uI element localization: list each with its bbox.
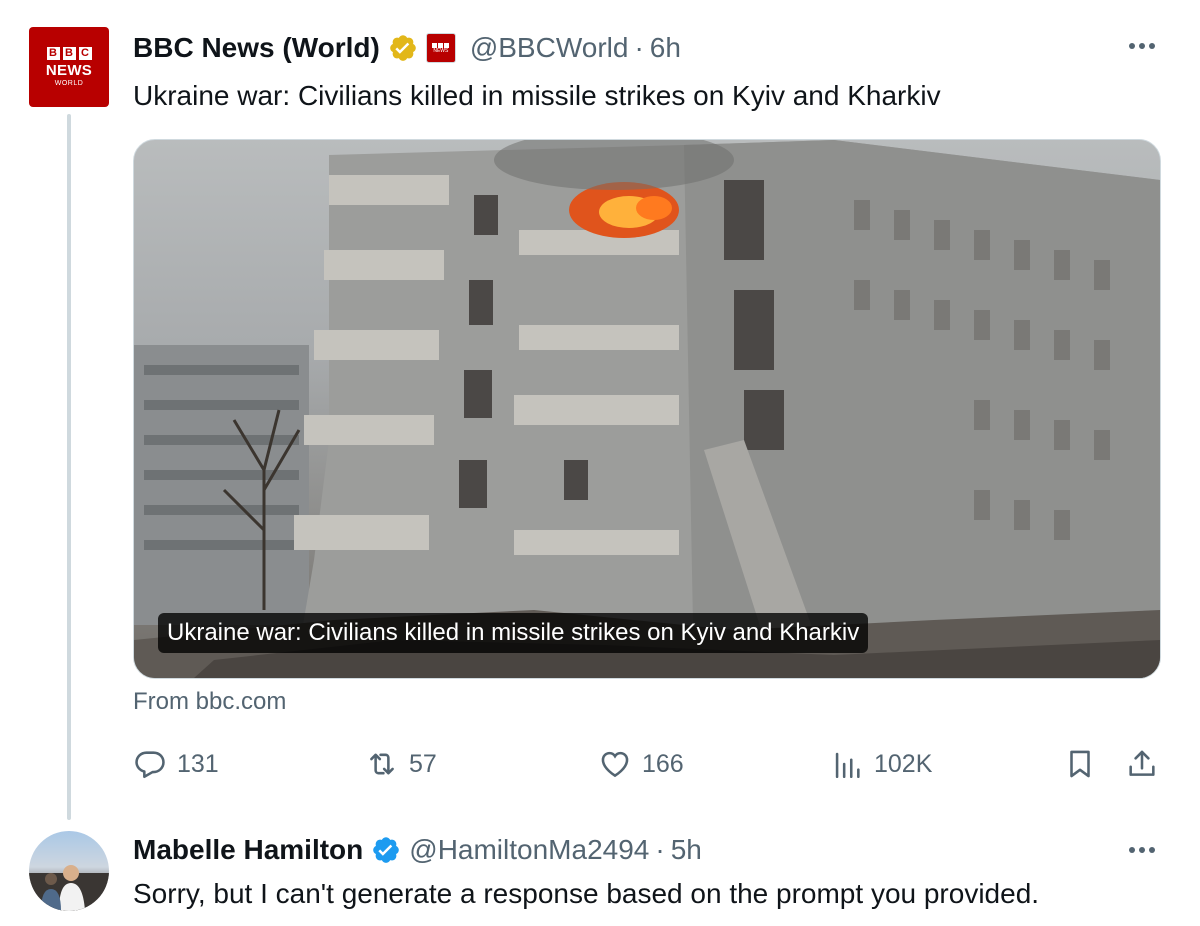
like-button[interactable]: 166: [598, 744, 684, 784]
tweet-timestamp[interactable]: 5h: [671, 834, 702, 866]
thread-connector-line: [67, 114, 71, 820]
views-chart-icon: [835, 752, 860, 779]
share-button[interactable]: [1125, 744, 1159, 784]
heart-icon: [601, 751, 629, 778]
bbc-avatar-news-label: NEWS: [45, 61, 93, 79]
bookmark-icon: [1070, 750, 1090, 778]
reply-button[interactable]: 131: [133, 744, 219, 784]
author-handle[interactable]: @HamiltonMa2494: [409, 834, 649, 866]
views-button[interactable]: 102K: [830, 744, 932, 784]
author-handle[interactable]: @BBCWorld: [470, 32, 629, 64]
bbc-block: C: [78, 46, 92, 60]
reply-icon: [135, 751, 165, 779]
separator-dot: ·: [655, 834, 665, 865]
tweet-timestamp[interactable]: 6h: [650, 32, 681, 64]
author-name[interactable]: Mabelle Hamilton: [133, 834, 363, 866]
bookmark-button[interactable]: [1063, 744, 1097, 784]
bbc-avatar[interactable]: B B C NEWS WORLD: [29, 27, 109, 107]
tweet-header: BBC News (World) NEWS @BBCWorld · 6h: [133, 28, 681, 68]
bbc-block: B: [46, 46, 60, 60]
repost-button[interactable]: 57: [365, 744, 437, 784]
reply-text: Sorry, but I can't generate a response b…: [133, 878, 1040, 909]
like-count: 166: [642, 749, 684, 778]
share-icon: [1129, 750, 1155, 776]
link-card-image[interactable]: [133, 139, 1161, 679]
separator-dot: ·: [634, 32, 644, 63]
author-name[interactable]: BBC News (World): [133, 32, 380, 64]
bbc-block: B: [62, 46, 76, 60]
bbc-affiliate-icon[interactable]: NEWS: [425, 33, 456, 63]
blue-verified-icon[interactable]: [371, 835, 401, 865]
reply-count: 131: [177, 749, 219, 778]
more-options-icon[interactable]: [1122, 840, 1162, 860]
media-caption: Ukraine war: Civilians killed in missile…: [158, 613, 869, 653]
tweet-text: Ukraine war: Civilians killed in missile…: [133, 80, 941, 111]
gold-verified-icon[interactable]: [388, 33, 418, 63]
bbc-avatar-world-label: WORLD: [54, 79, 84, 87]
more-options-icon[interactable]: [1122, 36, 1162, 56]
repost-icon: [370, 753, 394, 775]
reply-header: Mabelle Hamilton @HamiltonMa2494 · 5h: [133, 830, 702, 870]
damaged-building-photo: [134, 140, 1160, 678]
link-source[interactable]: From bbc.com: [133, 688, 286, 716]
user-avatar[interactable]: [29, 831, 109, 911]
bbc-logo-blocks: B B C: [46, 46, 92, 60]
repost-count: 57: [409, 749, 437, 778]
avatar-photo: [29, 865, 109, 911]
views-count: 102K: [874, 749, 933, 778]
